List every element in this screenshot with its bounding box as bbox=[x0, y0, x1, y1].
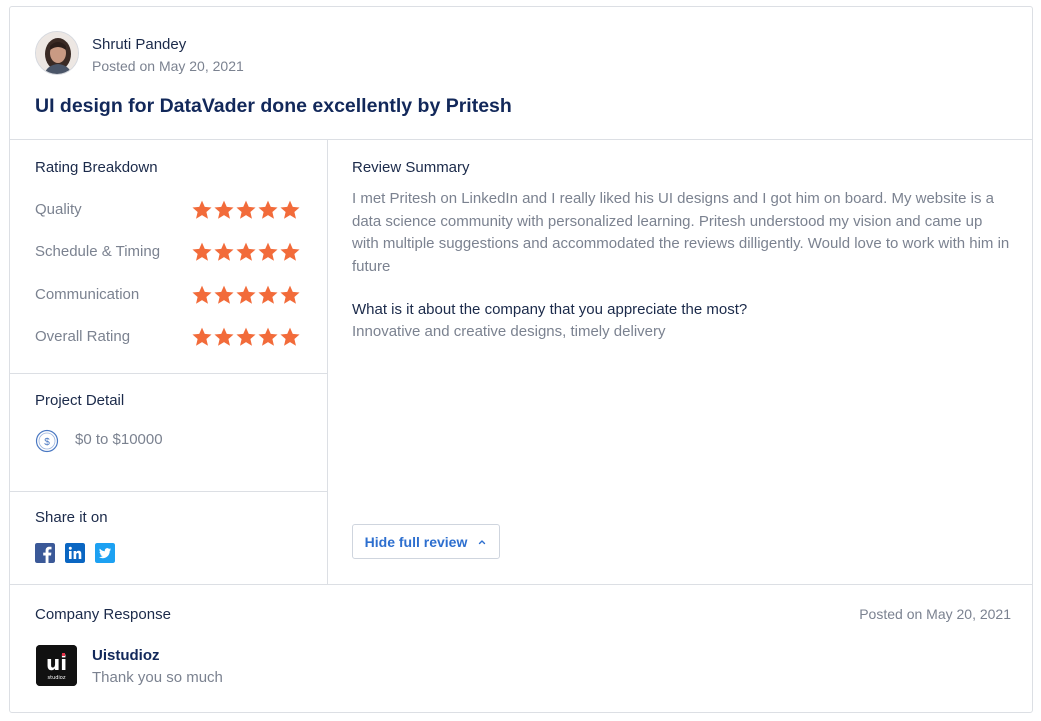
share-icons bbox=[35, 543, 115, 563]
reviewer-avatar bbox=[35, 31, 79, 75]
rating-breakdown-heading: Rating Breakdown bbox=[35, 159, 158, 176]
star-icon bbox=[236, 200, 256, 219]
divider bbox=[10, 491, 327, 492]
review-question: What is it about the company that you ap… bbox=[352, 301, 748, 318]
review-card: Shruti Pandey Posted on May 20, 2021 UI … bbox=[9, 6, 1033, 713]
project-budget: $0 to $10000 bbox=[75, 431, 163, 448]
star-icon bbox=[192, 242, 212, 261]
hide-full-review-label: Hide full review bbox=[364, 533, 468, 550]
star-icon bbox=[280, 242, 300, 261]
rating-label: Quality bbox=[35, 201, 82, 218]
star-rating bbox=[191, 326, 301, 348]
star-icon bbox=[258, 200, 278, 219]
star-icon bbox=[236, 327, 256, 346]
review-header: Shruti Pandey Posted on May 20, 2021 UI … bbox=[10, 7, 1032, 140]
reviewer-name: Shruti Pandey bbox=[92, 36, 187, 53]
company-response-date: Posted on May 20, 2021 bbox=[859, 606, 1011, 622]
star-icon bbox=[214, 327, 234, 346]
rating-label: Schedule & Timing bbox=[35, 243, 161, 260]
star-icon bbox=[214, 200, 234, 219]
star-icon bbox=[214, 285, 234, 304]
review-answer: Innovative and creative designs, timely … bbox=[352, 323, 666, 340]
star-rating bbox=[191, 284, 301, 306]
company-response-heading: Company Response bbox=[35, 606, 171, 623]
company-name: Uistudioz bbox=[92, 647, 160, 664]
rating-row-overall: Overall Rating bbox=[35, 326, 300, 350]
star-icon bbox=[258, 285, 278, 304]
rating-label: Communication bbox=[35, 286, 140, 303]
hide-full-review-button[interactable]: Hide full review bbox=[352, 524, 500, 559]
review-sidebar: Rating Breakdown Quality Schedule & Timi… bbox=[10, 140, 328, 584]
star-icon bbox=[258, 327, 278, 346]
rating-row-communication: Communication bbox=[35, 284, 300, 308]
linkedin-icon[interactable] bbox=[65, 543, 85, 563]
divider bbox=[10, 373, 327, 374]
review-title: UI design for DataVader done excellently… bbox=[35, 95, 512, 117]
dollar-coin-icon: $ bbox=[35, 429, 59, 453]
star-icon bbox=[192, 327, 212, 346]
star-icon bbox=[192, 285, 212, 304]
facebook-icon[interactable] bbox=[35, 543, 55, 563]
twitter-icon[interactable] bbox=[95, 543, 115, 563]
star-rating bbox=[191, 199, 301, 221]
project-detail-heading: Project Detail bbox=[35, 392, 125, 409]
company-response-message: Thank you so much bbox=[92, 669, 223, 686]
review-summary-text: I met Pritesh on LinkedIn and I really l… bbox=[352, 190, 1010, 275]
review-content: Review Summary I met Pritesh on LinkedIn… bbox=[328, 140, 1033, 584]
share-heading: Share it on bbox=[35, 509, 108, 526]
review-posted-date: Posted on May 20, 2021 bbox=[92, 58, 244, 74]
review-summary-heading: Review Summary bbox=[352, 159, 470, 176]
rating-label: Overall Rating bbox=[35, 328, 131, 345]
company-logo: ui studioz bbox=[36, 645, 77, 686]
star-icon bbox=[236, 242, 256, 261]
star-icon bbox=[280, 327, 300, 346]
star-icon bbox=[192, 200, 212, 219]
star-icon bbox=[280, 200, 300, 219]
star-icon bbox=[214, 242, 234, 261]
chevron-up-icon bbox=[479, 539, 486, 544]
rating-row-quality: Quality bbox=[35, 199, 300, 223]
rating-row-schedule: Schedule & Timing bbox=[35, 241, 300, 265]
star-icon bbox=[236, 285, 256, 304]
svg-text:studioz: studioz bbox=[48, 675, 66, 681]
star-rating bbox=[191, 241, 301, 263]
company-response-section: Company Response Posted on May 20, 2021 … bbox=[10, 584, 1032, 712]
svg-text:$: $ bbox=[44, 437, 50, 448]
star-icon bbox=[280, 285, 300, 304]
star-icon bbox=[258, 242, 278, 261]
